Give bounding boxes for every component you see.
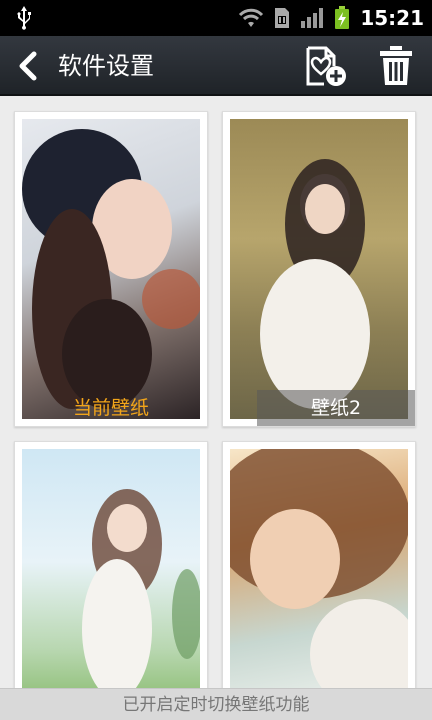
wallpaper-label: 当前壁纸 xyxy=(72,397,149,419)
usb-icon xyxy=(17,6,31,30)
wallpaper-thumbnail xyxy=(22,119,200,419)
wallpaper-label: 壁纸2 xyxy=(257,390,415,426)
wallpaper-card[interactable]: 壁纸2 xyxy=(222,111,416,427)
battery-charging-icon xyxy=(335,6,350,29)
wallpaper-card[interactable]: 当前壁纸 xyxy=(14,111,208,427)
add-wallpaper-icon xyxy=(306,46,346,86)
status-message: 已开启定时切换壁纸功能 xyxy=(0,688,432,720)
page-title: 软件设置 xyxy=(58,52,154,80)
chevron-left-icon xyxy=(19,51,37,81)
add-wallpaper-button[interactable] xyxy=(300,44,348,88)
wallpaper-card[interactable] xyxy=(14,441,208,688)
wifi-icon xyxy=(239,8,264,27)
wallpaper-card[interactable] xyxy=(222,441,416,688)
wallpaper-thumbnail xyxy=(230,119,408,419)
status-bar: 15:21 xyxy=(0,0,432,36)
trash-icon xyxy=(380,46,412,85)
status-time: 15:21 xyxy=(360,6,424,30)
sim-icon xyxy=(275,8,290,28)
wallpaper-grid: 当前壁纸 壁纸2 xyxy=(0,96,432,688)
wallpaper-thumbnail xyxy=(230,449,408,688)
title-bar: 软件设置 xyxy=(0,36,432,96)
back-button[interactable] xyxy=(12,48,48,84)
signal-icon xyxy=(301,8,324,28)
wallpaper-thumbnail xyxy=(22,449,200,688)
delete-button[interactable] xyxy=(374,44,418,88)
